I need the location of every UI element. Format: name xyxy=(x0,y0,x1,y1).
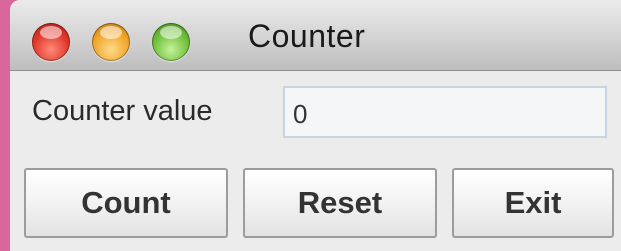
reset-button[interactable]: Reset xyxy=(243,168,437,238)
counter-window: Counter Counter value 0 Count Reset Exit xyxy=(10,0,621,251)
count-button[interactable]: Count xyxy=(24,168,228,238)
zoom-window-button[interactable] xyxy=(152,23,190,61)
window-title: Counter xyxy=(248,18,366,54)
title-bar[interactable]: Counter xyxy=(10,0,621,71)
counter-value-label: Counter value xyxy=(32,95,213,127)
exit-button[interactable]: Exit xyxy=(452,168,614,238)
counter-value-field[interactable]: 0 xyxy=(283,86,607,138)
counter-value-text: 0 xyxy=(293,99,308,129)
minimize-window-button[interactable] xyxy=(92,23,130,61)
window-content: Counter value 0 Count Reset Exit xyxy=(10,71,621,251)
close-window-button[interactable] xyxy=(32,23,70,61)
